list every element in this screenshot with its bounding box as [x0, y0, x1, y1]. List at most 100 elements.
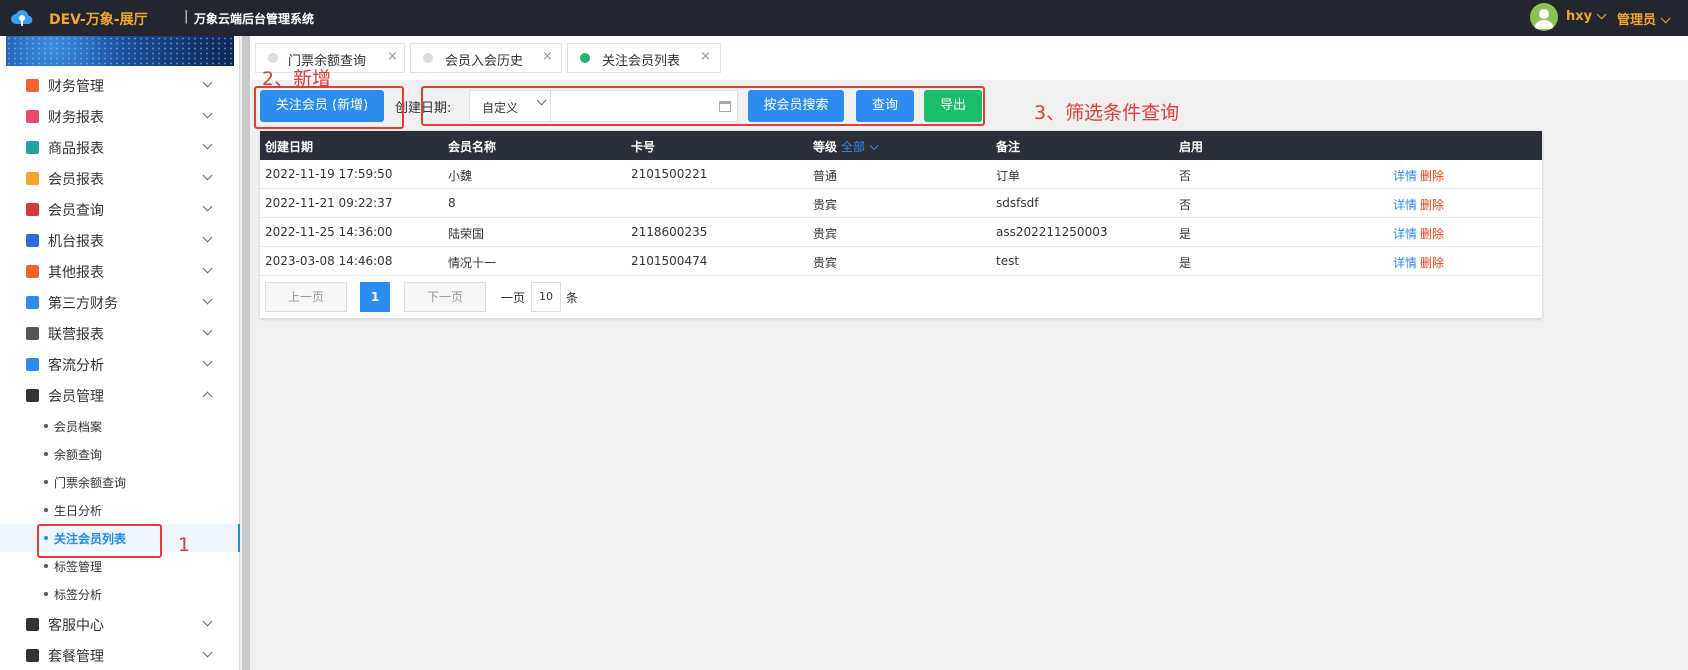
prev-page-button[interactable]: 上一页: [265, 282, 347, 312]
sidebar-item[interactable]: 其他报表: [0, 256, 240, 287]
cell-note: ass202211250003: [996, 225, 1108, 239]
sidebar-subitem[interactable]: 门票余额查询: [0, 468, 240, 496]
chevron-down-icon: [202, 170, 213, 181]
cell-created: 2022-11-21 09:22:37: [265, 196, 393, 210]
delete-link[interactable]: 删除: [1420, 225, 1444, 242]
title-separator: |: [184, 9, 189, 24]
cell-name: 小魏: [448, 169, 473, 183]
sidebar-item-label: 客流分析: [48, 358, 104, 374]
layers-icon: [26, 265, 39, 278]
chevron-down-icon: [202, 263, 213, 274]
detail-link[interactable]: 详情: [1393, 254, 1417, 271]
sidebar-item[interactable]: 机台报表: [0, 225, 240, 256]
sidebar-item[interactable]: 会员查询: [0, 194, 240, 225]
sidebar-item-label: 财务报表: [48, 110, 104, 126]
table-header: 创建日期 会员名称 卡号 等级 全部 备注 启用: [260, 131, 1542, 160]
calculator-icon: [26, 296, 39, 309]
users-icon: [26, 327, 39, 340]
annotation-box-filter: [421, 86, 985, 126]
sidebar-subitem[interactable]: 余额查询: [0, 440, 240, 468]
chevron-down-icon: [202, 325, 213, 336]
page-size-input[interactable]: 10: [531, 282, 561, 312]
sidebar-subitem[interactable]: 标签分析: [0, 580, 240, 608]
close-icon[interactable]: ×: [700, 49, 711, 64]
delete-link[interactable]: 删除: [1420, 254, 1444, 271]
cloud-logo-icon: [11, 10, 33, 26]
chevron-down-icon: [202, 201, 213, 212]
goods-icon: [26, 141, 39, 154]
level-filter[interactable]: 全部: [841, 140, 879, 154]
cell-card: 2118600235: [631, 225, 708, 239]
sidebar-subitem[interactable]: 生日分析: [0, 496, 240, 524]
current-page-button[interactable]: 1: [360, 282, 390, 312]
role-menu[interactable]: 管理员: [1617, 9, 1671, 28]
sidebar-subitem-label: 生日分析: [54, 504, 103, 518]
user-avatar-icon: [1534, 9, 1554, 29]
sidebar-item[interactable]: 商品报表: [0, 132, 240, 163]
col-enabled: 启用: [1179, 140, 1204, 154]
cell-enabled: 是: [1179, 227, 1192, 241]
detail-link[interactable]: 详情: [1393, 225, 1417, 242]
cell-enabled: 否: [1179, 198, 1192, 212]
delete-link[interactable]: 删除: [1420, 196, 1444, 213]
sidebar-item-label: 套餐管理: [48, 649, 104, 665]
bullet-icon: [44, 592, 48, 596]
tab-label: 关注会员列表: [602, 54, 681, 69]
chevron-down-icon: [202, 647, 213, 658]
sidebar-item[interactable]: 会员管理: [0, 380, 240, 411]
chevron-down-icon: [202, 616, 213, 627]
user-menu[interactable]: hxy: [1566, 9, 1607, 24]
cell-name: 8: [448, 196, 456, 210]
close-icon[interactable]: ×: [542, 49, 553, 64]
avatar[interactable]: [1530, 3, 1558, 31]
chevron-down-icon: [202, 139, 213, 150]
sidebar-item-label: 客服中心: [48, 618, 104, 634]
chevron-down-icon: [202, 294, 213, 305]
chevron-down-icon: [869, 141, 879, 151]
sidebar-item-label: 联营报表: [48, 327, 104, 343]
tab-follow-members[interactable]: 关注会员列表 ×: [567, 43, 721, 73]
bullet-icon: [44, 424, 48, 428]
sidebar-item[interactable]: 客服中心: [0, 609, 240, 640]
user-name: hxy: [1566, 9, 1593, 24]
sidebar-item[interactable]: 客流分析: [0, 349, 240, 380]
tab-bar: 门票余额查询 × 会员入会历史 × 关注会员列表 ×: [250, 36, 1688, 80]
table-row: 2022-11-21 09:22:37 8 贵宾 sdsfsdf 否 详情 删除: [260, 189, 1542, 218]
chevron-down-icon: [1596, 9, 1607, 20]
chevron-down-icon: [202, 232, 213, 243]
sidebar-item[interactable]: 会员报表: [0, 163, 240, 194]
sidebar-subitem[interactable]: 会员档案: [0, 412, 240, 440]
target-icon: [26, 358, 39, 371]
sidebar-item[interactable]: 联营报表: [0, 318, 240, 349]
headset-icon: [26, 618, 39, 631]
delete-link[interactable]: 删除: [1420, 167, 1444, 184]
level-filter-value: 全部: [841, 140, 866, 154]
per-page-unit: 条: [566, 291, 579, 305]
sidebar-item[interactable]: 套餐管理: [0, 640, 240, 670]
chevron-down-icon: [202, 77, 213, 88]
member-report-icon: [26, 172, 39, 185]
next-page-button[interactable]: 下一页: [404, 282, 486, 312]
bullet-icon: [44, 564, 48, 568]
close-icon[interactable]: ×: [387, 49, 398, 64]
report-icon: [26, 110, 39, 123]
detail-link[interactable]: 详情: [1393, 196, 1417, 213]
sidebar-item-label: 会员查询: [48, 203, 104, 219]
sidebar-item-label: 会员报表: [48, 172, 104, 188]
cell-created: 2023-03-08 14:46:08: [265, 254, 393, 268]
cell-note: test: [996, 254, 1020, 268]
sidebar-banner: [6, 36, 234, 66]
cell-card: 2101500221: [631, 167, 708, 181]
sidebar-item[interactable]: 财务管理: [0, 70, 240, 101]
detail-link[interactable]: 详情: [1393, 167, 1417, 184]
cell-name: 陆荣国: [448, 227, 485, 241]
sidebar-subitem-label: 余额查询: [54, 448, 103, 462]
member-query-icon: [26, 203, 39, 216]
sidebar-scrollbar[interactable]: [242, 36, 250, 670]
tab-status-dot: [268, 53, 278, 63]
tab-join-history[interactable]: 会员入会历史 ×: [410, 43, 562, 73]
sidebar-item[interactable]: 第三方财务: [0, 287, 240, 318]
annotation-box-menu: [37, 524, 162, 558]
cell-note: sdsfsdf: [996, 196, 1039, 210]
sidebar-item[interactable]: 财务报表: [0, 101, 240, 132]
